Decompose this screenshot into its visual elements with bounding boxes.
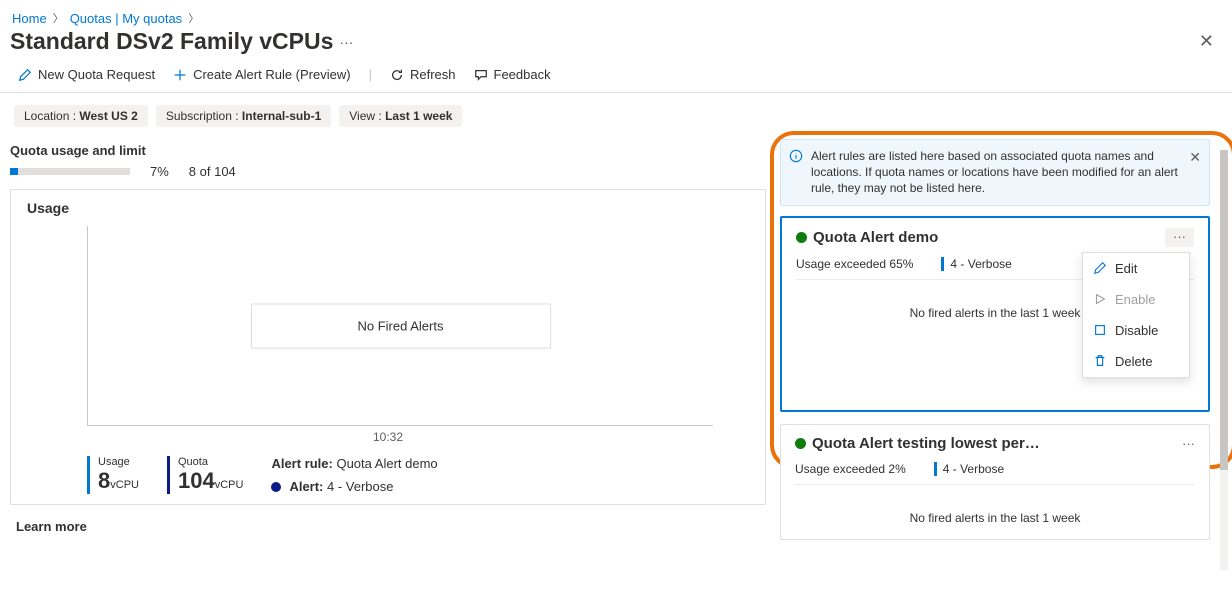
stat-value: 8 (98, 468, 110, 493)
menu-label: Edit (1115, 261, 1137, 276)
alert-card-lowest[interactable]: Quota Alert testing lowest per… ··· Usag… (780, 424, 1210, 540)
filter-location[interactable]: Location : West US 2 (14, 105, 148, 127)
page-more-icon[interactable]: ··· (339, 34, 353, 50)
breadcrumb: Home 〉 Quotas | My quotas 〉 (0, 0, 1232, 26)
filter-view[interactable]: View : Last 1 week (339, 105, 462, 127)
chart-x-tick: 10:32 (27, 430, 749, 444)
stat-label: Quota (178, 456, 243, 468)
menu-label: Disable (1115, 323, 1158, 338)
card-menu-button[interactable]: ··· (1182, 436, 1195, 451)
pencil-icon (1093, 261, 1107, 275)
stat-usage: Usage 8vCPU (87, 456, 139, 494)
refresh-button[interactable]: Refresh (390, 67, 456, 82)
close-icon[interactable]: ✕ (1199, 31, 1214, 52)
toolbar-separator: | (369, 67, 372, 82)
chevron-right-icon: 〉 (53, 10, 64, 26)
alert-fired-status: No fired alerts in the last 1 week (795, 511, 1195, 525)
usage-card: Usage No Fired Alerts 10:32 Usage 8vCPU … (10, 189, 766, 505)
trash-icon (1093, 354, 1107, 368)
breadcrumb-home[interactable]: Home (12, 11, 47, 26)
menu-edit[interactable]: Edit (1083, 253, 1189, 284)
toolbar-label: Create Alert Rule (Preview) (193, 67, 351, 82)
severity-dot-icon (271, 482, 281, 492)
learn-more-heading: Learn more (16, 519, 766, 534)
progress-ratio: 8 of 104 (189, 164, 236, 179)
create-alert-rule-button[interactable]: Create Alert Rule (Preview) (173, 67, 351, 82)
stop-icon (1093, 323, 1107, 337)
menu-label: Delete (1115, 354, 1153, 369)
progress-fill (10, 168, 18, 175)
alert-severity: 4 - Verbose (934, 462, 1004, 476)
menu-enable: Enable (1083, 284, 1189, 315)
usage-card-title: Usage (27, 200, 749, 216)
alert-condition: Usage exceeded 65% (796, 257, 913, 271)
alert-severity: 4 - Verbose (941, 257, 1011, 271)
feedback-button[interactable]: Feedback (474, 67, 551, 82)
scrollbar-thumb[interactable] (1220, 150, 1228, 470)
refresh-icon (390, 68, 404, 82)
toolbar-label: Feedback (494, 67, 551, 82)
title-bar: Standard DSv2 Family vCPUs ··· ✕ (0, 26, 1232, 61)
toolbar-label: Refresh (410, 67, 456, 82)
quota-usage-heading: Quota usage and limit (10, 143, 766, 158)
menu-delete[interactable]: Delete (1083, 346, 1189, 377)
filter-subscription[interactable]: Subscription : Internal-sub-1 (156, 105, 331, 127)
alert-card-title: Quota Alert testing lowest per… (812, 435, 1040, 452)
stat-quota: Quota 104vCPU (167, 456, 243, 494)
info-banner-text: Alert rules are listed here based on ass… (811, 149, 1178, 195)
progress-bar (10, 168, 130, 175)
status-dot-icon (795, 438, 806, 449)
card-menu-button[interactable]: ··· (1165, 228, 1194, 247)
stat-unit: vCPU (110, 479, 139, 491)
status-dot-icon (796, 232, 807, 243)
alert-card-demo[interactable]: Quota Alert demo ··· Usage exceeded 65% … (780, 216, 1210, 412)
dismiss-banner-icon[interactable]: ✕ (1189, 148, 1201, 167)
page-title: Standard DSv2 Family vCPUs (10, 28, 333, 55)
info-icon (789, 149, 803, 167)
feedback-icon (474, 68, 488, 82)
new-quota-request-button[interactable]: New Quota Request (18, 67, 155, 82)
alert-rule-info: Alert rule: Quota Alert demo Alert: 4 - … (271, 456, 437, 494)
alert-condition: Usage exceeded 2% (795, 462, 906, 476)
pencil-icon (18, 68, 32, 82)
play-icon (1093, 292, 1107, 306)
quota-progress: 7% 8 of 104 (10, 164, 766, 179)
scrollbar[interactable] (1220, 150, 1228, 570)
usage-chart: No Fired Alerts (87, 226, 713, 426)
stat-label: Usage (98, 456, 139, 468)
menu-label: Enable (1115, 292, 1155, 307)
toolbar-label: New Quota Request (38, 67, 155, 82)
breadcrumb-quotas[interactable]: Quotas | My quotas (70, 11, 183, 26)
menu-disable[interactable]: Disable (1083, 315, 1189, 346)
alert-card-title: Quota Alert demo (813, 229, 938, 246)
filter-bar: Location : West US 2 Subscription : Inte… (0, 93, 1232, 135)
progress-percent: 7% (150, 164, 169, 179)
chevron-right-icon: 〉 (188, 10, 199, 26)
stat-value: 104 (178, 468, 215, 493)
no-fired-alerts-message: No Fired Alerts (251, 303, 551, 348)
toolbar: New Quota Request Create Alert Rule (Pre… (0, 61, 1232, 93)
plus-icon (173, 68, 187, 82)
stat-unit: vCPU (215, 479, 244, 491)
card-context-menu: Edit Enable Disable Delete (1082, 252, 1190, 378)
alert-info-banner: Alert rules are listed here based on ass… (780, 139, 1210, 206)
